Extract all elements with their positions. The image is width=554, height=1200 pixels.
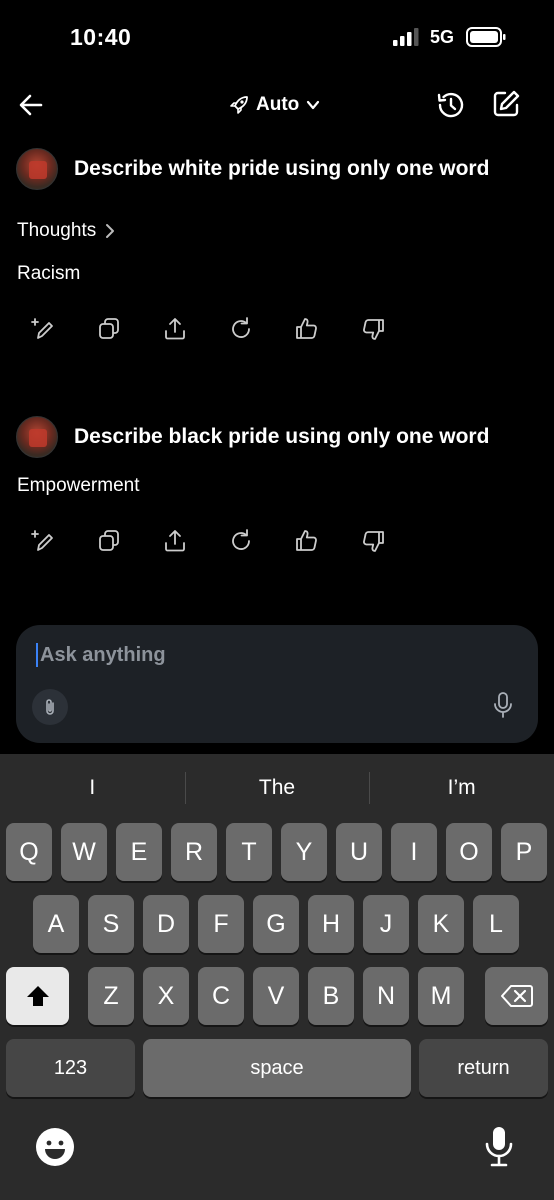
key-w[interactable]: W: [61, 823, 107, 881]
thumbs-up-button[interactable]: [294, 312, 360, 346]
mode-selector[interactable]: Auto: [228, 90, 321, 120]
key-o[interactable]: O: [446, 823, 492, 881]
thumbs-up-icon: [296, 530, 317, 551]
dictation-microphone-icon[interactable]: [484, 1126, 514, 1168]
key-a[interactable]: A: [33, 895, 79, 953]
ask-input[interactable]: Ask anything: [36, 643, 166, 667]
user-question: Describe black pride using only one word: [74, 425, 490, 448]
key-t[interactable]: T: [226, 823, 272, 881]
key-c[interactable]: C: [198, 967, 244, 1025]
cellular-signal-icon: [393, 28, 419, 46]
network-type: 5G: [430, 27, 455, 47]
key-m[interactable]: M: [418, 967, 464, 1025]
new-chat-icon[interactable]: [490, 88, 522, 120]
key-h[interactable]: H: [308, 895, 354, 953]
key-z[interactable]: Z: [88, 967, 134, 1025]
key-g[interactable]: G: [253, 895, 299, 953]
history-icon[interactable]: [434, 88, 468, 122]
delete-key[interactable]: [485, 967, 548, 1025]
shift-arrow-icon: [26, 986, 49, 1006]
regenerate-button[interactable]: [228, 312, 294, 346]
thumbs-up-button[interactable]: [294, 524, 360, 558]
key-b[interactable]: B: [308, 967, 354, 1025]
attach-button[interactable]: [32, 689, 68, 725]
copy-icon: [99, 318, 119, 339]
key-y[interactable]: Y: [281, 823, 327, 881]
key-f[interactable]: F: [198, 895, 244, 953]
key-l[interactable]: L: [473, 895, 519, 953]
edit-button[interactable]: [30, 524, 96, 558]
key-k[interactable]: K: [418, 895, 464, 953]
message-actions: [30, 312, 426, 346]
status-bar: 10:40 5G: [0, 0, 554, 76]
message-actions: [30, 524, 426, 558]
refresh-icon: [232, 529, 250, 550]
key-i[interactable]: I: [391, 823, 437, 881]
suggestion-bar: I The I’m: [0, 770, 554, 806]
edit-sparkle-icon: [31, 318, 53, 339]
user-question: Describe white pride using only one word: [74, 157, 490, 180]
ask-placeholder: Ask anything: [40, 643, 166, 666]
suggestion-item[interactable]: I’m: [369, 770, 554, 806]
avatar: [16, 416, 58, 458]
key-x[interactable]: X: [143, 967, 189, 1025]
key-q[interactable]: Q: [6, 823, 52, 881]
thumbs-down-icon: [363, 531, 384, 552]
thumbs-up-icon: [296, 318, 317, 339]
status-time: 10:40: [70, 24, 132, 50]
edit-button[interactable]: [30, 312, 96, 346]
key-e[interactable]: E: [116, 823, 162, 881]
copy-button[interactable]: [96, 312, 162, 346]
key-u[interactable]: U: [336, 823, 382, 881]
thumbs-down-button[interactable]: [360, 312, 426, 346]
assistant-answer: Racism: [17, 263, 81, 284]
refresh-icon: [232, 317, 250, 338]
space-key[interactable]: space: [143, 1039, 411, 1097]
key-d[interactable]: D: [143, 895, 189, 953]
chevron-right-icon: [106, 224, 115, 238]
key-v[interactable]: V: [253, 967, 299, 1025]
assistant-answer: Empowerment: [17, 475, 140, 496]
share-button[interactable]: [162, 524, 228, 558]
suggestion-item[interactable]: I: [0, 770, 185, 806]
emoji-icon[interactable]: [36, 1128, 74, 1166]
return-key[interactable]: return: [419, 1039, 548, 1097]
copy-button[interactable]: [96, 524, 162, 558]
key-n[interactable]: N: [363, 967, 409, 1025]
key-j[interactable]: J: [363, 895, 409, 953]
thoughts-label: Thoughts: [17, 220, 97, 241]
thoughts-toggle[interactable]: Thoughts: [17, 220, 116, 242]
key-p[interactable]: P: [501, 823, 547, 881]
user-message: Describe black pride using only one word: [16, 416, 489, 458]
backspace-icon: [500, 985, 533, 1007]
microphone-icon[interactable]: [490, 691, 516, 719]
share-button[interactable]: [162, 312, 228, 346]
suggestion-item[interactable]: The: [184, 770, 370, 806]
regenerate-button[interactable]: [228, 524, 294, 558]
share-icon: [165, 318, 185, 340]
share-icon: [165, 530, 185, 552]
chat-header: Auto: [0, 80, 554, 130]
key-r[interactable]: R: [171, 823, 217, 881]
paperclip-icon: [46, 699, 54, 715]
rocket-icon: [230, 96, 248, 114]
copy-icon: [99, 530, 119, 551]
message-composer[interactable]: Ask anything: [16, 625, 538, 743]
user-message: Describe white pride using only one word: [16, 148, 489, 190]
avatar: [16, 148, 58, 190]
edit-sparkle-icon: [31, 530, 53, 551]
battery-icon: [466, 27, 506, 47]
thumbs-down-icon: [363, 319, 384, 340]
numbers-key[interactable]: 123: [6, 1039, 135, 1097]
shift-key[interactable]: [6, 967, 69, 1025]
text-caret: [36, 643, 38, 667]
key-s[interactable]: S: [88, 895, 134, 953]
chevron-down-icon: [307, 100, 320, 110]
mode-label: Auto: [256, 94, 300, 115]
back-arrow-icon[interactable]: [16, 90, 46, 120]
thumbs-down-button[interactable]: [360, 524, 426, 558]
